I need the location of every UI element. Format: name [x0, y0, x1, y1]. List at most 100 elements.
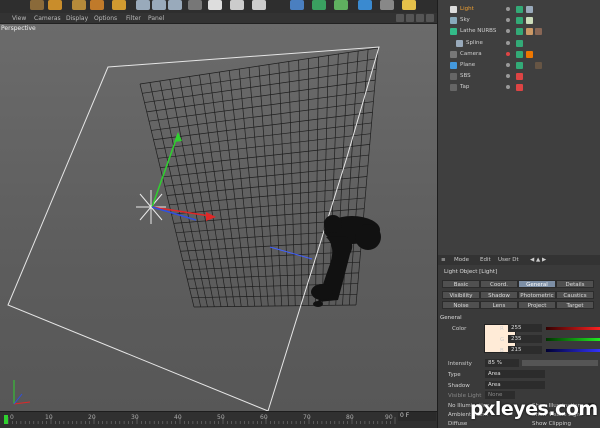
target-tag-icon[interactable]	[526, 6, 533, 13]
menu-user-data[interactable]: User Dt	[498, 257, 519, 263]
render-settings-icon[interactable]	[252, 0, 266, 10]
rotate-tool-icon[interactable]	[90, 0, 104, 10]
menu-cameras[interactable]: Cameras	[34, 15, 61, 22]
tab-general[interactable]: General	[518, 280, 556, 288]
blue-slider[interactable]	[546, 349, 600, 352]
y-axis-icon[interactable]	[152, 0, 166, 10]
object-row-spline[interactable]: Spline	[438, 38, 600, 49]
check-icon[interactable]	[516, 62, 523, 69]
object-row-sky[interactable]: Sky	[438, 15, 600, 26]
pan-view-icon[interactable]	[396, 14, 404, 22]
hand-icon[interactable]: ≡	[441, 257, 446, 263]
light-direction	[269, 246, 313, 260]
visibility-dot[interactable]	[506, 74, 510, 78]
check-icon[interactable]	[516, 73, 523, 80]
menu-mode[interactable]: Mode	[454, 257, 469, 263]
menu-view[interactable]: View	[12, 15, 26, 22]
check-icon[interactable]	[516, 51, 523, 58]
nurbs-icon[interactable]	[312, 0, 326, 10]
tab-shadow[interactable]: Shadow	[480, 291, 518, 299]
check-icon[interactable]	[516, 28, 523, 35]
perspective-viewport[interactable]: Perspective	[0, 24, 437, 411]
check-icon[interactable]	[516, 17, 523, 24]
z-axis-icon[interactable]	[168, 0, 182, 10]
render-region-icon[interactable]	[208, 0, 222, 10]
tab-caustics[interactable]: Caustics	[556, 291, 594, 299]
tab-details[interactable]: Details	[556, 280, 594, 288]
object-name: Tap	[460, 84, 470, 90]
menu-panel[interactable]: Panel	[148, 15, 164, 22]
protection-tag-icon[interactable]	[526, 51, 533, 58]
null-object-icon	[450, 84, 457, 91]
grid-line-horizontal	[160, 144, 370, 168]
red-value-field[interactable]: 255	[508, 324, 542, 332]
object-name: Plane	[460, 62, 476, 68]
shadow-label: Shadow	[448, 383, 470, 389]
blue-value-field[interactable]: 215	[508, 346, 542, 354]
coord-system-icon[interactable]	[188, 0, 202, 10]
red-slider[interactable]	[546, 327, 600, 330]
add-tool-icon[interactable]	[112, 0, 126, 10]
material-tag-icon[interactable]	[526, 17, 533, 24]
nav-arrow-icon[interactable]: ◀ ▲ ▶	[530, 257, 546, 263]
check-icon[interactable]	[516, 40, 523, 47]
scene-icon[interactable]	[358, 0, 372, 10]
visibility-dot[interactable]	[506, 41, 510, 45]
visibility-dot[interactable]	[506, 7, 510, 11]
object-row-sbs[interactable]: SBS	[438, 71, 600, 82]
shadow-dropdown[interactable]: Area	[485, 381, 545, 389]
rotate-view-icon[interactable]	[416, 14, 424, 22]
green-value-field[interactable]: 235	[508, 335, 542, 343]
object-name: SBS	[460, 73, 471, 79]
menu-filter[interactable]: Filter	[126, 15, 141, 22]
menu-options[interactable]: Options	[94, 15, 117, 22]
light-icon[interactable]	[402, 0, 416, 10]
object-row-lathe[interactable]: Lathe NURBS	[438, 26, 600, 37]
tab-noise[interactable]: Noise	[442, 301, 480, 309]
maximize-view-icon[interactable]	[426, 14, 434, 22]
tab-coord[interactable]: Coord.	[480, 280, 518, 288]
visibility-dot[interactable]	[506, 63, 510, 67]
object-row-plane[interactable]: Plane	[438, 60, 600, 71]
visibility-dot[interactable]	[506, 18, 510, 22]
tick-20: 20	[88, 414, 96, 421]
grid-line-horizontal	[171, 197, 366, 215]
move-tool-icon[interactable]	[48, 0, 62, 10]
deformer-icon[interactable]	[334, 0, 348, 10]
object-name: Sky	[460, 17, 470, 23]
camera-icon[interactable]	[380, 0, 394, 10]
object-row-light[interactable]: Light	[438, 4, 600, 15]
frame-readout[interactable]: 0 F	[398, 412, 436, 421]
tab-target[interactable]: Target	[556, 301, 594, 309]
x-axis-icon[interactable]	[136, 0, 150, 10]
visibility-dot[interactable]	[506, 85, 510, 89]
visibility-dot[interactable]	[506, 29, 510, 33]
object-row-camera[interactable]: Camera	[438, 49, 600, 60]
green-slider[interactable]	[546, 338, 600, 341]
zoom-view-icon[interactable]	[406, 14, 414, 22]
tab-visibility[interactable]: Visibility	[442, 291, 480, 299]
menu-edit[interactable]: Edit	[480, 257, 491, 263]
check-icon[interactable]	[516, 84, 523, 91]
object-row-tap[interactable]: Tap	[438, 82, 600, 93]
tick-70: 70	[303, 414, 311, 421]
material-tag-icon[interactable]	[535, 28, 542, 35]
render-view-icon[interactable]	[230, 0, 244, 10]
tab-basic[interactable]: Basic	[442, 280, 480, 288]
check-icon[interactable]	[516, 6, 523, 13]
undo-icon[interactable]	[30, 0, 44, 10]
intensity-slider[interactable]	[522, 360, 598, 366]
phong-tag-icon[interactable]	[526, 28, 533, 35]
menu-display[interactable]: Display	[66, 15, 88, 22]
intensity-field[interactable]: 85 %	[485, 359, 519, 367]
type-dropdown[interactable]: Area	[485, 370, 545, 378]
timeline[interactable]: 0 10 20 30 40 50 60 70 80 90	[0, 411, 437, 428]
visibility-dot[interactable]	[506, 52, 510, 56]
material-tag-icon[interactable]	[535, 62, 542, 69]
tab-project[interactable]: Project	[518, 301, 556, 309]
cube-icon[interactable]	[290, 0, 304, 10]
tab-photometric[interactable]: Photometric	[518, 291, 556, 299]
tab-lens[interactable]: Lens	[480, 301, 518, 309]
camera-object-icon	[450, 51, 457, 58]
scale-tool-icon[interactable]	[72, 0, 86, 10]
